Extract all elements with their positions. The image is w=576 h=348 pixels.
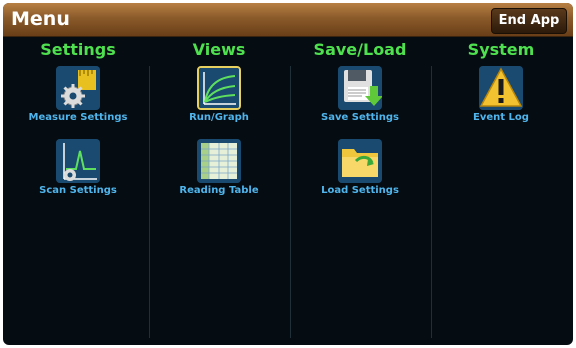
- graph-icon: [197, 66, 241, 110]
- scan-settings-button[interactable]: Scan Settings: [8, 139, 148, 196]
- header-system: System: [467, 40, 535, 59]
- event-log-label: Event Log: [473, 112, 529, 123]
- load-settings-button[interactable]: Load Settings: [290, 139, 430, 196]
- header-views: Views: [192, 40, 246, 59]
- end-app-button[interactable]: End App: [491, 8, 567, 34]
- table-icon: [197, 139, 241, 183]
- measure-settings-icon: [56, 66, 100, 110]
- header-save-load: Save/Load: [313, 40, 407, 59]
- warning-icon: [479, 66, 523, 110]
- scan-settings-label: Scan Settings: [39, 185, 117, 196]
- header-settings: Settings: [40, 40, 116, 59]
- event-log-button[interactable]: Event Log: [431, 66, 571, 123]
- reading-table-label: Reading Table: [179, 185, 259, 196]
- run-graph-label: Run/Graph: [189, 112, 249, 123]
- run-graph-button[interactable]: Run/Graph: [149, 66, 289, 123]
- page-title: Menu: [11, 8, 70, 30]
- scan-settings-icon: [56, 139, 100, 183]
- measure-settings-label: Measure Settings: [28, 112, 128, 123]
- folder-icon: [338, 139, 382, 183]
- save-icon: [338, 66, 382, 110]
- touchscreen: Menu End App Settings Views Save/Load Sy…: [3, 3, 573, 345]
- reading-table-button[interactable]: Reading Table: [149, 139, 289, 196]
- load-settings-label: Load Settings: [321, 185, 399, 196]
- title-bar: Menu End App: [3, 3, 573, 37]
- save-settings-label: Save Settings: [321, 112, 399, 123]
- measure-settings-button[interactable]: Measure Settings: [8, 66, 148, 123]
- save-settings-button[interactable]: Save Settings: [290, 66, 430, 123]
